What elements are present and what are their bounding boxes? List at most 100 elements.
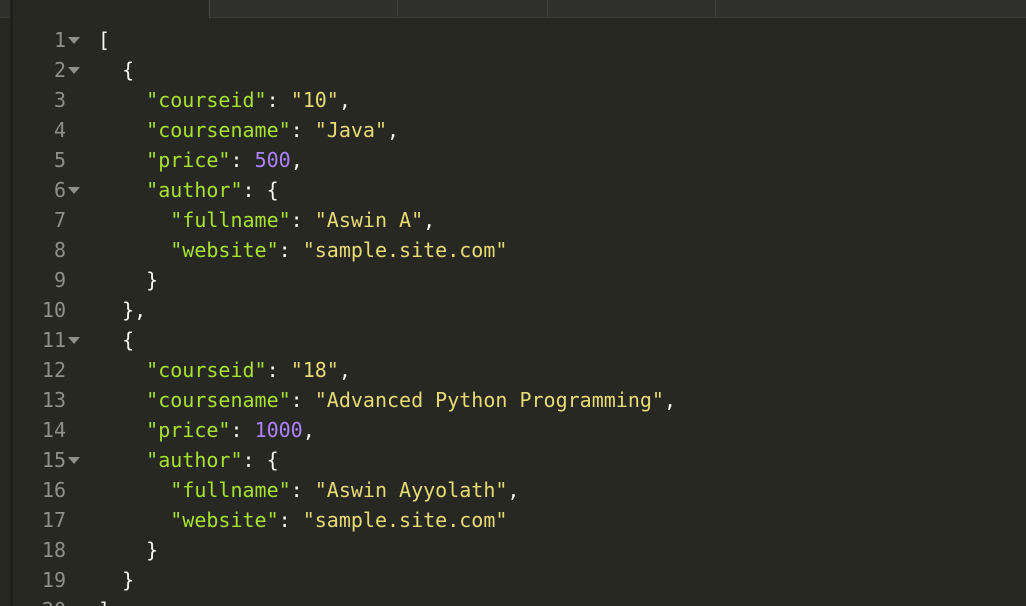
- json-punctuation: :: [266, 358, 291, 382]
- code-line[interactable]: 5 "price": 500,: [0, 145, 1026, 175]
- tab-file-2[interactable]: [210, 0, 398, 17]
- line-content: "courseid": "10",: [98, 85, 351, 115]
- code-line[interactable]: 1[: [0, 25, 1026, 55]
- json-punctuation: :: [278, 238, 303, 262]
- code-line[interactable]: 10 },: [0, 295, 1026, 325]
- json-punctuation: [: [98, 28, 111, 52]
- json-punctuation: {: [122, 328, 135, 352]
- code-line[interactable]: 19 }: [0, 565, 1026, 595]
- json-key: "website": [170, 508, 279, 532]
- code-line[interactable]: 9 }: [0, 265, 1026, 295]
- json-punctuation: }: [146, 538, 159, 562]
- json-key: "fullname": [170, 208, 291, 232]
- fold-arrow-icon[interactable]: [68, 67, 80, 74]
- line-content: "price": 500,: [98, 145, 303, 175]
- line-number: 10: [41, 298, 66, 322]
- line-content: }: [98, 265, 158, 295]
- line-number: 3: [53, 88, 66, 112]
- line-content: [: [98, 25, 110, 55]
- code-area[interactable]: 1[2 {3 "courseid": "10", 4 "coursename": …: [0, 25, 1026, 606]
- json-key: "courseid": [146, 88, 267, 112]
- code-line[interactable]: 11 {: [0, 325, 1026, 355]
- json-punctuation: ,: [290, 148, 303, 172]
- code-line[interactable]: 14 "price": 1000,: [0, 415, 1026, 445]
- json-punctuation: :: [278, 508, 303, 532]
- line-number: 12: [41, 358, 66, 382]
- json-string: "Aswin Ayyolath": [314, 478, 508, 502]
- json-string: "Advanced Python Programming": [314, 388, 664, 412]
- line-content: },: [98, 295, 146, 325]
- json-key: "author": [146, 448, 243, 472]
- line-content: "author": {: [98, 175, 279, 205]
- tab-file-4[interactable]: [548, 0, 716, 17]
- line-content: "fullname": "Aswin A",: [98, 205, 435, 235]
- json-punctuation: ,: [338, 88, 351, 112]
- json-key: "author": [146, 178, 243, 202]
- tab-active-file[interactable]: [12, 0, 210, 18]
- line-number: 6: [53, 178, 66, 202]
- json-string: "Java": [314, 118, 388, 142]
- line-content: "fullname": "Aswin Ayyolath",: [98, 475, 519, 505]
- fold-arrow-icon[interactable]: [68, 37, 80, 44]
- code-line[interactable]: 12 "courseid": "18",: [0, 355, 1026, 385]
- json-punctuation: },: [122, 298, 147, 322]
- json-string: "18": [290, 358, 339, 382]
- fold-arrow-icon[interactable]: [68, 337, 80, 344]
- json-punctuation: :: [290, 208, 315, 232]
- code-line[interactable]: 15 "author": {: [0, 445, 1026, 475]
- code-line[interactable]: 3 "courseid": "10",: [0, 85, 1026, 115]
- line-number: 14: [41, 418, 66, 442]
- fold-arrow-icon[interactable]: [68, 457, 80, 464]
- json-punctuation: ,: [507, 478, 520, 502]
- line-number: 8: [53, 238, 66, 262]
- line-number: 9: [53, 268, 66, 292]
- code-line[interactable]: 7 "fullname": "Aswin A",: [0, 205, 1026, 235]
- line-content: "courseid": "18",: [98, 355, 351, 385]
- line-number: 15: [41, 448, 66, 472]
- code-line[interactable]: 6 "author": {: [0, 175, 1026, 205]
- json-punctuation: ]: [98, 598, 110, 606]
- line-number: 17: [41, 508, 66, 532]
- code-line[interactable]: 17 "website": "sample.site.com": [0, 505, 1026, 535]
- code-line[interactable]: 2 {: [0, 55, 1026, 85]
- line-content: "coursename": "Java",: [98, 115, 399, 145]
- json-punctuation: }: [122, 568, 135, 592]
- json-number: 500: [254, 148, 291, 172]
- tab-bar: [0, 0, 1026, 18]
- json-punctuation: : {: [242, 178, 279, 202]
- code-line[interactable]: 20]: [0, 595, 1026, 606]
- line-number: 20: [42, 595, 66, 606]
- code-line[interactable]: 8 "website": "sample.site.com": [0, 235, 1026, 265]
- json-punctuation: }: [146, 268, 159, 292]
- line-content: "coursename": "Advanced Python Programmi…: [98, 385, 676, 415]
- json-string: "10": [290, 88, 339, 112]
- json-key: "coursename": [146, 388, 291, 412]
- line-content: "website": "sample.site.com": [98, 235, 507, 265]
- line-number: 18: [41, 538, 66, 562]
- json-punctuation: {: [122, 58, 135, 82]
- json-punctuation: :: [230, 418, 255, 442]
- fold-arrow-icon[interactable]: [68, 187, 80, 194]
- json-punctuation: :: [230, 148, 255, 172]
- code-line[interactable]: 4 "coursename": "Java",: [0, 115, 1026, 145]
- json-punctuation: : {: [242, 448, 279, 472]
- code-line[interactable]: 16 "fullname": "Aswin Ayyolath",: [0, 475, 1026, 505]
- code-line[interactable]: 18 }: [0, 535, 1026, 565]
- tab-file-3[interactable]: [398, 0, 548, 17]
- json-punctuation: ,: [663, 388, 677, 412]
- line-content: }: [98, 565, 134, 595]
- line-content: {: [98, 325, 134, 355]
- code-line[interactable]: 13 "coursename": "Advanced Python Progra…: [0, 385, 1026, 415]
- code-editor[interactable]: 1[2 {3 "courseid": "10", 4 "coursename": …: [0, 0, 1026, 606]
